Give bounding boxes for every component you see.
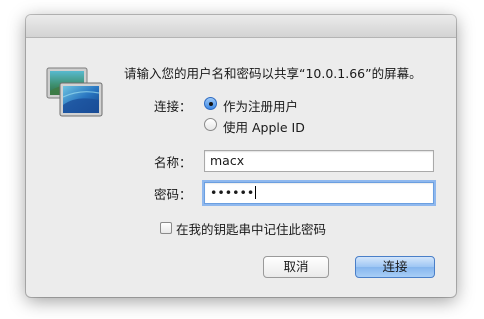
name-field-value: macx xyxy=(210,153,245,168)
cancel-button[interactable]: 取消 xyxy=(263,256,329,278)
option-registered-user[interactable]: 作为注册用户 xyxy=(223,96,298,115)
title-bar[interactable] xyxy=(26,15,456,38)
connect-button[interactable]: 连接 xyxy=(355,256,435,278)
password-mask: •••••• xyxy=(210,185,255,200)
remember-password-label[interactable]: 在我的钥匙串中记住此密码 xyxy=(176,219,326,238)
connect-as-label: 连接： xyxy=(154,99,192,114)
name-field[interactable]: macx xyxy=(204,150,434,172)
name-label: 名称： xyxy=(154,155,192,170)
radio-apple-id[interactable] xyxy=(204,118,217,131)
dialog-prompt: 请输入您的用户名和密码以共享“10.0.1.66”的屏幕。 xyxy=(124,66,422,81)
radio-registered-user[interactable] xyxy=(204,97,217,110)
password-label: 密码： xyxy=(154,187,192,202)
remember-password-checkbox[interactable] xyxy=(160,222,172,234)
password-field[interactable]: •••••• xyxy=(204,182,434,204)
screen-sharing-dialog: 请输入您的用户名和密码以共享“10.0.1.66”的屏幕。 连接： 作为注册用户… xyxy=(26,15,456,297)
text-cursor xyxy=(255,186,257,199)
screen-sharing-icon xyxy=(46,67,103,117)
option-apple-id[interactable]: 使用 Apple ID xyxy=(223,117,305,136)
